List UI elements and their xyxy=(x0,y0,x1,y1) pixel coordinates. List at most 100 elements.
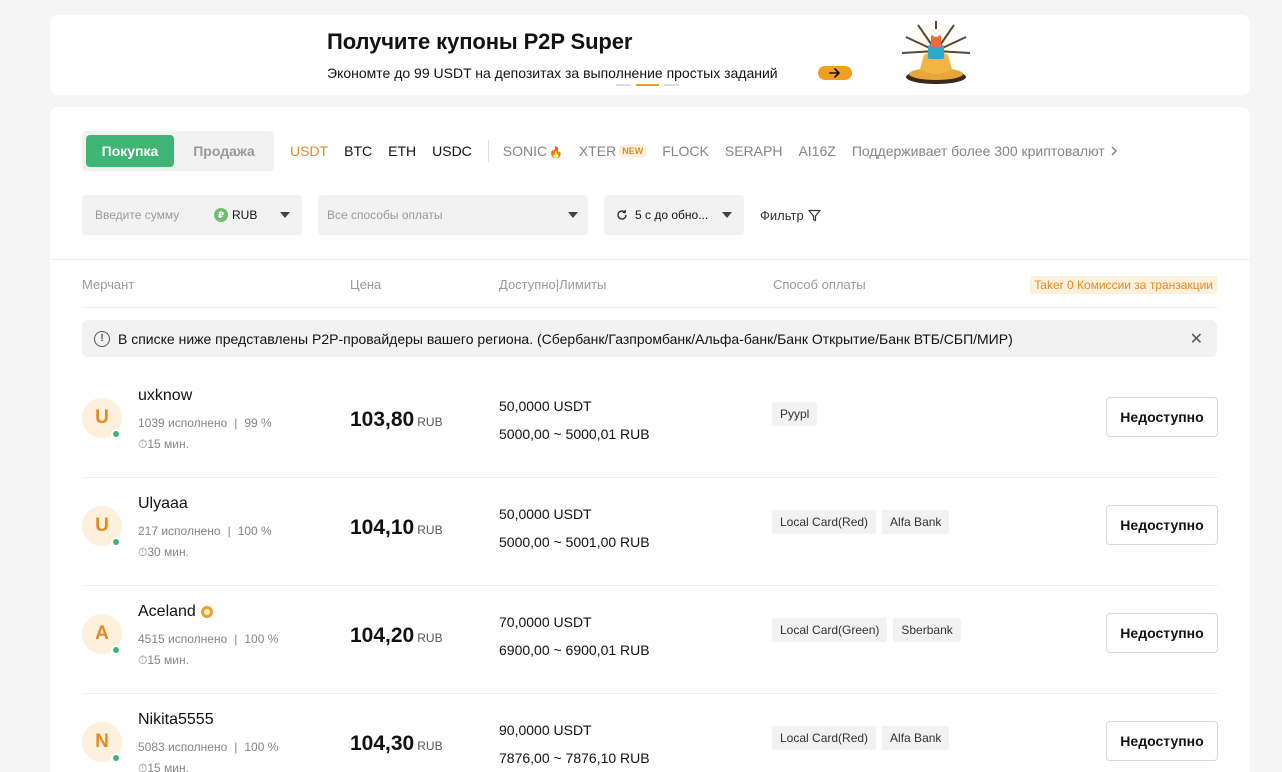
merchant-name-text[interactable]: Ulyaaa xyxy=(138,495,188,513)
fire-icon: 🔥 xyxy=(549,147,563,159)
more-coins-link[interactable]: Поддерживает более 300 криптовалют xyxy=(852,143,1119,159)
order-limits: 5000,00 ~ 5001,00 RUB xyxy=(499,534,650,550)
filter-icon xyxy=(808,209,821,221)
payment-method-tag: Local Card(Red) xyxy=(772,510,877,534)
merchant-name[interactable]: Nikita5555 xyxy=(138,711,214,729)
banner-title: Получите купоны P2P Super xyxy=(327,29,633,54)
price: 104,10 RUB xyxy=(350,516,443,540)
coin-label-xter: XTER xyxy=(578,143,617,159)
payment-method-select[interactable]: Все способы оплаты xyxy=(318,195,588,235)
unavailable-button[interactable]: Недоступно xyxy=(1106,721,1218,761)
response-time: ⏱15 мин. xyxy=(138,437,189,452)
coin-tab-seraph[interactable]: SERAPH xyxy=(725,143,783,159)
region-notice: ! В списке ниже представлены P2P-провайд… xyxy=(82,320,1217,357)
merchant-stats: 4515 исполнено | 100 % xyxy=(138,632,279,646)
coin-tab-xter[interactable]: XTER NEW xyxy=(578,143,647,159)
refresh-select[interactable]: 5 с до обно... xyxy=(604,195,744,235)
response-time-text: 15 мин. xyxy=(147,437,189,451)
filter-label: Фильтр xyxy=(760,207,804,223)
coin-tabs: USDT BTC ETH USDC SONIC 🔥 XTER NEW FLOCK S… xyxy=(290,131,1119,171)
price: 104,20 RUB xyxy=(350,624,443,648)
online-status-dot xyxy=(111,429,121,439)
amount-input[interactable]: Введите сумму ₽ RUB xyxy=(82,195,302,235)
response-time-text: 15 мин. xyxy=(147,653,189,667)
caret-down-icon xyxy=(722,212,732,218)
clock-icon: ⏱ xyxy=(138,761,148,772)
orders-count: 217 исполнено xyxy=(138,524,221,538)
buy-tab[interactable]: Покупка xyxy=(86,135,174,167)
payment-method-tag: Alfa Bank xyxy=(882,510,950,534)
completion-rate: 99 % xyxy=(244,416,272,430)
coin-label-sonic: SONIC xyxy=(502,143,548,159)
coin-tab-ai16z[interactable]: AI16Z xyxy=(798,143,835,159)
banner-subtitle: Экономте до 99 USDT на депозитах за выпо… xyxy=(327,65,778,81)
coin-tab-flock[interactable]: FLOCK xyxy=(662,143,709,159)
notice-text: В списке ниже представлены P2P-провайдер… xyxy=(118,330,1013,347)
payment-method-tag: Pyypl xyxy=(772,402,818,426)
payment-method-tag: Local Card(Red) xyxy=(772,726,877,750)
available-amount: 50,0000 USDT xyxy=(499,506,592,522)
promo-banner[interactable]: Получите купоны P2P Super Экономте до 99… xyxy=(50,15,1250,95)
coin-tab-btc[interactable]: BTC xyxy=(344,143,372,159)
coin-divider xyxy=(487,140,489,162)
payment-methods: Pyypl xyxy=(772,402,818,426)
col-header-price: Цена xyxy=(350,277,382,292)
col-header-merchant: Мерчант xyxy=(82,277,135,292)
clock-icon: ⏱ xyxy=(138,545,148,559)
currency-select[interactable]: RUB xyxy=(232,208,257,222)
merchant-name-text[interactable]: Aceland xyxy=(138,603,196,621)
order-limits: 7876,00 ~ 7876,10 RUB xyxy=(499,750,650,766)
table-row: U uxknow 1039 исполнено | 99 % ⏱15 мин. 10… xyxy=(82,370,1218,478)
section-divider xyxy=(50,259,1250,260)
merchant-name-text[interactable]: Nikita5555 xyxy=(138,711,214,729)
price: 104,30 RUB xyxy=(350,732,443,756)
merchant-name[interactable]: uxknow xyxy=(138,387,192,405)
price-value: 104,20 xyxy=(350,624,415,647)
banner-arrow-button[interactable] xyxy=(818,66,852,80)
coin-tab-sonic[interactable]: SONIC 🔥 xyxy=(503,143,563,159)
taker-fee-badge: Taker 0 Комиссии за транзакции xyxy=(1030,276,1217,294)
response-time: ⏱30 мин. xyxy=(138,545,189,560)
col-header-available: Доступно|Лимиты xyxy=(499,277,607,292)
close-icon[interactable]: ✕ xyxy=(1190,329,1203,349)
unavailable-button[interactable]: Недоступно xyxy=(1106,397,1218,437)
payment-method-tag: Sberbank xyxy=(893,618,961,642)
payment-method-tag: Alfa Bank xyxy=(882,726,950,750)
verified-merchant-icon xyxy=(200,606,213,618)
filter-button[interactable]: Фильтр xyxy=(760,195,821,235)
sell-tab[interactable]: Продажа xyxy=(178,135,270,167)
available-amount: 50,0000 USDT xyxy=(499,398,592,414)
banner-dot-active[interactable] xyxy=(636,84,659,86)
price-value: 104,10 xyxy=(350,516,415,539)
arrow-right-icon xyxy=(829,68,840,78)
orders-count: 1039 исполнено xyxy=(138,416,228,430)
p2p-panel: Покупка Продажа USDT BTC ETH USDC SONIC 🔥… xyxy=(50,107,1250,772)
unavailable-button[interactable]: Недоступно xyxy=(1106,505,1218,545)
more-coins-label: Поддерживает более 300 криптовалют xyxy=(851,143,1105,159)
unavailable-button[interactable]: Недоступно xyxy=(1106,613,1218,653)
order-limits: 5000,00 ~ 5000,01 RUB xyxy=(499,426,650,442)
merchant-stats: 1039 исполнено | 99 % xyxy=(138,416,272,430)
caret-down-icon xyxy=(568,212,578,218)
payment-methods: Local Card(Green) Sberbank xyxy=(772,618,961,642)
price-value: 104,30 xyxy=(350,732,415,755)
merchant-name[interactable]: Aceland xyxy=(138,603,213,621)
price-value: 103,80 xyxy=(350,408,415,431)
merchant-stats: 217 исполнено | 100 % xyxy=(138,524,272,538)
merchant-name-text[interactable]: uxknow xyxy=(138,387,192,405)
header-divider xyxy=(82,307,1218,308)
amount-placeholder: Введите сумму xyxy=(95,208,180,222)
merchant-name[interactable]: Ulyaaa xyxy=(138,495,188,513)
price-currency: RUB xyxy=(417,631,443,645)
coin-tab-eth[interactable]: ETH xyxy=(388,143,416,159)
banner-dot[interactable] xyxy=(616,84,631,86)
caret-down-icon[interactable] xyxy=(280,212,290,218)
completion-rate: 100 % xyxy=(244,740,279,754)
table-row: N Nikita5555 5083 исполнено | 100 % ⏱15 ми… xyxy=(82,694,1218,772)
completion-rate: 100 % xyxy=(237,524,272,538)
coin-tab-usdc[interactable]: USDC xyxy=(432,143,472,159)
clock-icon: ⏱ xyxy=(138,437,148,451)
coin-tab-usdt[interactable]: USDT xyxy=(290,143,328,159)
online-status-dot xyxy=(111,537,121,547)
banner-dot[interactable] xyxy=(664,84,679,86)
